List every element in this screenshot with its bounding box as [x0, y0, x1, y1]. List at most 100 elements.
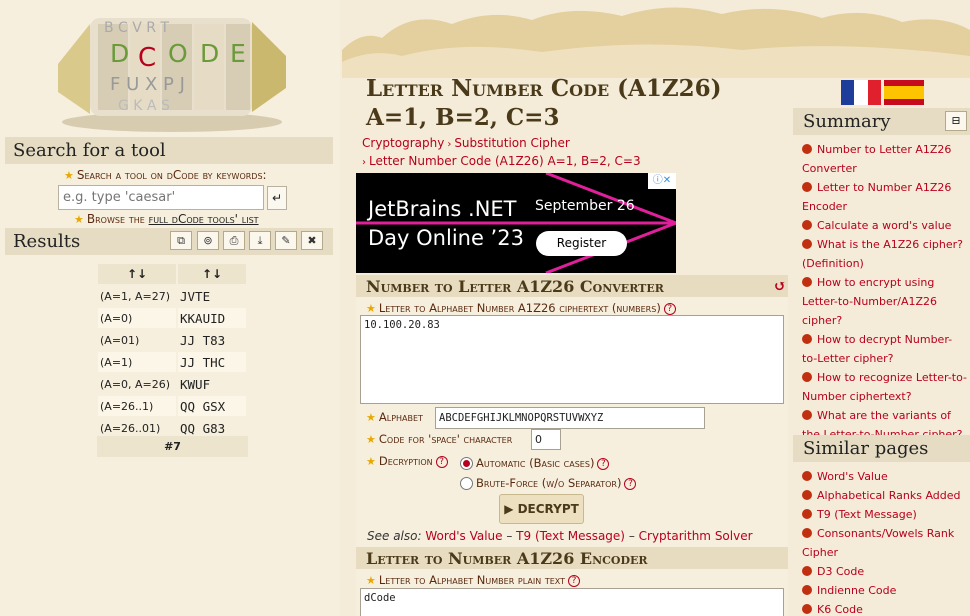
- result-param: (A=0): [98, 308, 176, 328]
- chevron-right-icon: ›: [362, 157, 366, 168]
- table-row[interactable]: (A=26..1) QQ GSX: [98, 396, 246, 416]
- radio-brute-force[interactable]: [460, 477, 473, 490]
- similar-page-label: Consonants/Vowels Rank Cipher: [802, 527, 955, 559]
- collapse-icon[interactable]: ⊟: [945, 111, 967, 131]
- ad-register-button[interactable]: Register: [536, 231, 627, 256]
- bullet-icon: [802, 144, 812, 154]
- ad-date: September 26: [535, 198, 635, 214]
- summary-item-label: How to recognize Letter-to-Number cipher…: [802, 371, 968, 403]
- summary-item-label: Number to Letter A1Z26 Converter: [802, 143, 952, 175]
- table-row[interactable]: (A=1) JJ THC: [98, 352, 246, 372]
- help-icon[interactable]: ?: [597, 457, 610, 470]
- table-row[interactable]: (A=26..01) QQ G83: [98, 418, 246, 438]
- option-brute-force-label[interactable]: Brute-Force (w/o Separator)?: [476, 476, 637, 490]
- search-panel-title: Search for a tool: [5, 137, 333, 164]
- similar-page-label: T9 (Text Message): [817, 508, 917, 521]
- summary-list: Number to Letter A1Z26 Converter Letter …: [802, 140, 967, 444]
- converter-title: Number to Letter A1Z26 Converter ↺: [356, 275, 788, 297]
- table-row[interactable]: (A=0) KKAUID: [98, 308, 246, 328]
- similar-page-label: Alphabetical Ranks Added: [817, 489, 961, 502]
- encoder-title: Letter to Number A1Z26 Encoder: [356, 547, 788, 569]
- option-brute-force-text: Brute-Force (w/o Separator): [476, 476, 622, 490]
- bullet-icon: [802, 182, 812, 192]
- see-also: See also: Word's Value – T9 (Text Messag…: [367, 529, 753, 543]
- see-also-link[interactable]: T9 (Text Message): [516, 529, 625, 543]
- summary-item-label: Letter to Number A1Z26 Encoder: [802, 181, 952, 213]
- result-output: JVTE: [178, 286, 246, 306]
- similar-page-item[interactable]: Alphabetical Ranks Added: [802, 486, 967, 505]
- french-flag-icon[interactable]: [841, 80, 881, 105]
- alphabet-label: ★ Alphabet: [366, 410, 423, 424]
- space-code-input[interactable]: 0: [531, 429, 561, 450]
- ad-info-close-icon[interactable]: ⓘ✕: [648, 173, 676, 189]
- search-prompt: ★ Search a tool on dCode by keywords:: [64, 168, 267, 182]
- browse-tools-line: ★ Browse the full dCode tools' list: [74, 212, 259, 226]
- dcode-logo[interactable]: B C V R T D C O D E F U X P J G K A S: [38, 4, 306, 136]
- summary-item-label: Calculate a word's value: [817, 219, 952, 232]
- see-also-link[interactable]: Cryptarithm Solver: [639, 529, 753, 543]
- sort-column-2[interactable]: ↑↓: [178, 264, 246, 284]
- share-icon[interactable]: ⊚: [197, 231, 219, 250]
- similar-page-item[interactable]: T9 (Text Message): [802, 505, 967, 524]
- bullet-icon: [802, 239, 812, 249]
- help-icon[interactable]: ?: [568, 574, 581, 587]
- summary-item-label: What is the A1Z26 cipher? (Definition): [802, 238, 963, 270]
- summary-item-label: How to decrypt Number-to-Letter cipher?: [802, 333, 953, 365]
- bullet-icon: [802, 334, 812, 344]
- similar-page-item[interactable]: Indienne Code: [802, 581, 967, 600]
- similar-page-label: Word's Value: [817, 470, 888, 483]
- summary-item[interactable]: Number to Letter A1Z26 Converter: [802, 140, 967, 178]
- close-icon[interactable]: ✖: [301, 231, 323, 250]
- left-sidebar: B C V R T D C O D E F U X P J G K A S Se…: [0, 0, 340, 616]
- breadcrumb-item[interactable]: Cryptography: [362, 136, 444, 150]
- table-row[interactable]: (A=1, A=27) JVTE: [98, 286, 246, 306]
- spanish-flag-icon[interactable]: [884, 80, 924, 105]
- radio-automatic[interactable]: [460, 457, 473, 470]
- advertisement[interactable]: JetBrains .NET September 26 Day Online ’…: [356, 173, 676, 273]
- reset-icon[interactable]: ↺: [773, 277, 786, 295]
- decrypt-button[interactable]: ▶ DECRYPT: [499, 494, 584, 524]
- chevron-right-icon: ›: [447, 139, 452, 150]
- plaintext-textarea[interactable]: dCode: [360, 588, 784, 616]
- see-also-link[interactable]: Word's Value: [425, 529, 502, 543]
- star-icon: ★: [366, 433, 376, 446]
- search-enter-button[interactable]: ↵: [267, 186, 287, 210]
- svg-text:D: D: [200, 39, 219, 68]
- similar-page-item[interactable]: Word's Value: [802, 467, 967, 486]
- table-row[interactable]: (A=01) JJ T83: [98, 330, 246, 350]
- alphabet-input[interactable]: ABCDEFGHIJKLMNOPQRSTUVWXYZ: [435, 407, 705, 429]
- page-title-line2: A=1, B=2, C=3: [366, 104, 560, 131]
- breadcrumb-item[interactable]: Substitution Cipher: [454, 136, 570, 150]
- browse-tools-link[interactable]: full dCode tools' list: [149, 212, 259, 226]
- bullet-icon: [802, 277, 812, 287]
- summary-item[interactable]: How to recognize Letter-to-Number cipher…: [802, 368, 967, 406]
- similar-page-item[interactable]: Consonants/Vowels Rank Cipher: [802, 524, 967, 562]
- download-icon[interactable]: ⤓: [249, 231, 271, 250]
- breadcrumb-item[interactable]: Letter Number Code (A1Z26) A=1, B=2, C=3: [369, 154, 641, 168]
- summary-item[interactable]: Calculate a word's value: [802, 216, 967, 235]
- pin-icon[interactable]: ✎: [275, 231, 297, 250]
- bullet-icon: [802, 509, 812, 519]
- print-icon[interactable]: ⎙: [223, 231, 245, 250]
- help-icon[interactable]: ?: [624, 477, 637, 490]
- option-automatic-text: Automatic (Basic cases): [476, 456, 595, 470]
- sort-column-1[interactable]: ↑↓: [98, 264, 176, 284]
- help-icon[interactable]: ?: [435, 455, 448, 468]
- plaintext-label-text: Letter to Alphabet Number plain text: [378, 573, 566, 587]
- similar-page-item[interactable]: K6 Code: [802, 600, 967, 616]
- summary-item[interactable]: How to decrypt Number-to-Letter cipher?: [802, 330, 967, 368]
- summary-item[interactable]: Letter to Number A1Z26 Encoder: [802, 178, 967, 216]
- result-output: KWUF: [178, 374, 246, 394]
- summary-title: Summary ⊟: [793, 108, 970, 135]
- summary-item[interactable]: How to encrypt using Letter-to-Number/A1…: [802, 273, 967, 330]
- similar-page-item[interactable]: D3 Code: [802, 562, 967, 581]
- summary-item[interactable]: What is the A1Z26 cipher? (Definition): [802, 235, 967, 273]
- result-param: (A=26..1): [98, 396, 176, 416]
- search-input[interactable]: [58, 185, 264, 210]
- copy-icon[interactable]: ⧉: [170, 231, 192, 250]
- option-automatic-label[interactable]: Automatic (Basic cases)?: [476, 456, 610, 470]
- ciphertext-textarea[interactable]: 10.100.20.83: [360, 315, 784, 404]
- table-row[interactable]: (A=0, A=26) KWUF: [98, 374, 246, 394]
- result-output: JJ THC: [178, 352, 246, 372]
- help-icon[interactable]: ?: [663, 302, 676, 315]
